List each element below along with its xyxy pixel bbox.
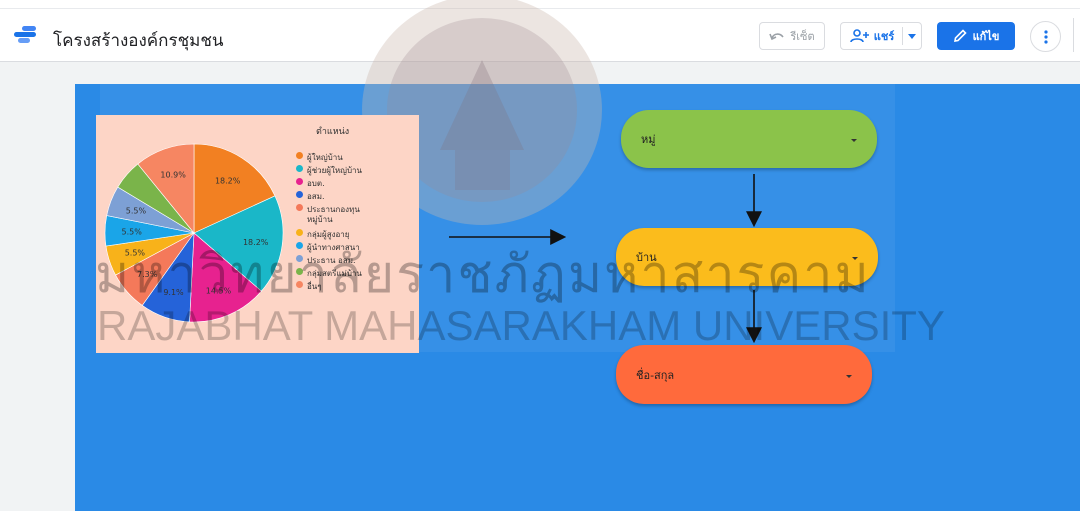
legend-item: อสม. xyxy=(296,190,325,203)
legend-item: อบต. xyxy=(296,177,325,190)
pencil-icon xyxy=(953,29,967,42)
filter-moo-dropdown[interactable]: หมู่ xyxy=(621,110,877,168)
watermark-english-text: RAJABHAT MAHASARAKHAM UNIVERSITY xyxy=(97,302,945,349)
legend-item: หมู่บ้าน xyxy=(296,213,333,226)
legend-dot xyxy=(296,165,303,172)
legend-title: ตำแหน่ง xyxy=(316,127,350,137)
legend-label: อบต. xyxy=(307,179,325,188)
legend-dot xyxy=(296,178,303,185)
pie-slice-label: 18.2% xyxy=(215,177,241,186)
dropdown-arrow-icon xyxy=(851,139,857,142)
legend-label: หมู่บ้าน xyxy=(307,215,333,224)
pie-slice-label: 5.5% xyxy=(126,206,147,215)
undo-icon xyxy=(769,33,784,41)
filter-name-dropdown[interactable]: ชื่อ-สกุล xyxy=(616,345,872,404)
reset-label: รีเซ็ต xyxy=(790,30,815,43)
share-divider xyxy=(902,27,903,45)
legend-item: ผู้ใหญ่บ้าน xyxy=(296,151,343,164)
legend-dot xyxy=(296,191,303,198)
filter-name-label: ชื่อ-สกุล xyxy=(636,368,675,382)
reset-button[interactable]: รีเซ็ต xyxy=(759,22,825,50)
data-studio-logo-icon xyxy=(14,26,36,44)
header-separator xyxy=(1073,18,1074,52)
pie-slice-label: 10.9% xyxy=(160,170,186,179)
legend-label: อสม. xyxy=(307,192,325,201)
report-title: โครงสร้างองค์กรชุมชน xyxy=(53,31,224,51)
more-vert-icon xyxy=(1043,29,1048,44)
legend-label: ผู้ช่วยผู้ใหญ่บ้าน xyxy=(307,166,363,175)
legend-label: ผู้ใหญ่บ้าน xyxy=(307,153,343,162)
add-person-icon xyxy=(849,29,869,43)
legend-item: ผู้ช่วยผู้ใหญ่บ้าน xyxy=(296,164,362,177)
share-button[interactable]: แชร์ xyxy=(840,22,922,50)
dropdown-arrow-icon xyxy=(846,374,852,378)
more-options-button[interactable] xyxy=(1030,21,1061,52)
share-label: แชร์ xyxy=(873,30,895,43)
edit-button[interactable]: แก้ไข xyxy=(937,22,1015,50)
legend-dot xyxy=(296,204,303,211)
legend-dot xyxy=(296,152,303,159)
edit-label: แก้ไข xyxy=(972,30,1000,43)
share-dropdown-caret-icon[interactable] xyxy=(908,34,916,39)
filter-moo-label: หมู่ xyxy=(641,133,656,146)
